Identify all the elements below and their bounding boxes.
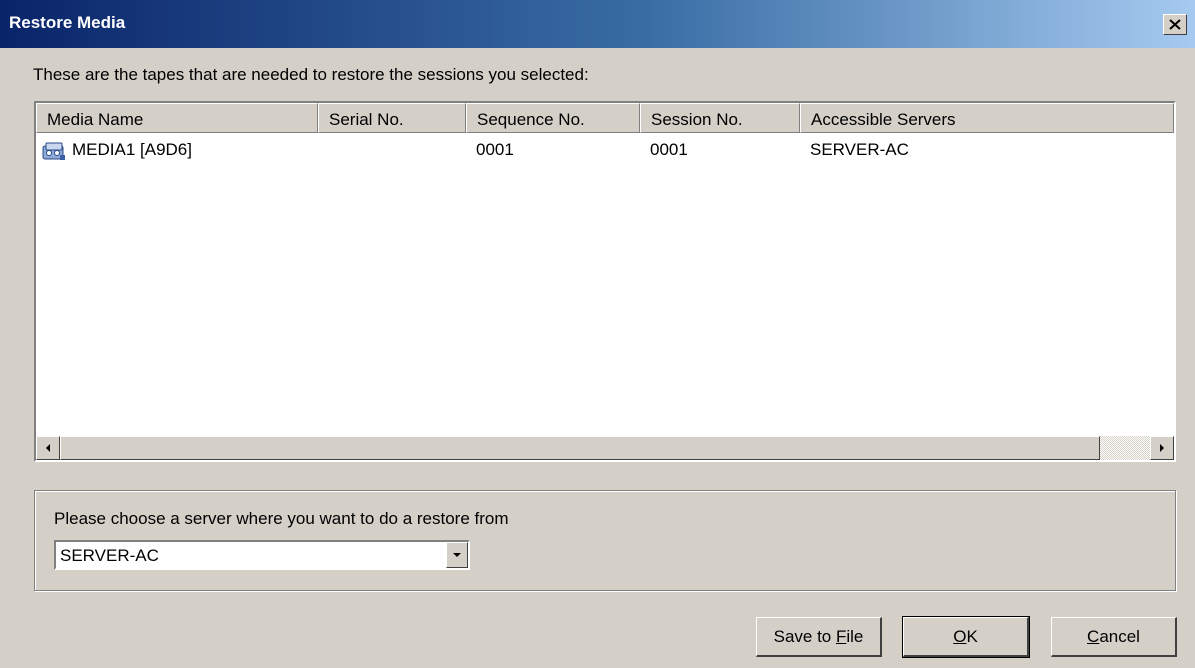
- scroll-thumb[interactable]: [60, 436, 1100, 460]
- list-header: Media Name Serial No. Sequence No. Sessi…: [36, 103, 1174, 133]
- save-label-prefix: Save to: [773, 626, 836, 646]
- ok-button[interactable]: OK: [902, 616, 1030, 658]
- horizontal-scrollbar[interactable]: [36, 436, 1174, 460]
- dropdown-button[interactable]: [446, 542, 468, 568]
- save-label-accel: F: [835, 626, 847, 646]
- arrow-left-icon: [46, 444, 50, 452]
- chevron-down-icon: [453, 553, 461, 557]
- instructions-label: These are the tapes that are needed to r…: [33, 65, 589, 84]
- server-choice-label: Please choose a server where you want to…: [54, 509, 509, 528]
- server-select-value: SERVER-AC: [60, 546, 159, 565]
- server-group: Please choose a server where you want to…: [34, 490, 1176, 591]
- table-row[interactable]: MEDIA1 [A9D6] 0001 0001 SERVER-AC: [36, 136, 1174, 164]
- cancel-label-suffix: ancel: [1099, 626, 1140, 646]
- window-title: Restore Media: [9, 13, 126, 32]
- close-icon: [1169, 19, 1181, 30]
- save-to-file-button[interactable]: Save to File: [756, 617, 882, 657]
- cell-serial-no: [318, 136, 466, 164]
- cell-session-no: 0001: [650, 140, 688, 159]
- ok-label-suffix: K: [966, 626, 978, 646]
- column-accessible-servers[interactable]: Accessible Servers: [800, 103, 1174, 133]
- media-name-text: MEDIA1 [A9D6]: [72, 140, 192, 159]
- scroll-right-button[interactable]: [1150, 436, 1174, 460]
- title-bar: Restore Media: [0, 0, 1195, 48]
- column-media-name[interactable]: Media Name: [36, 103, 318, 133]
- cancel-label-accel: C: [1087, 626, 1100, 646]
- tape-media-icon: [42, 142, 65, 160]
- cell-media-name: MEDIA1 [A9D6]: [36, 136, 318, 164]
- cancel-button[interactable]: Cancel: [1051, 617, 1177, 657]
- save-label-suffix: ile: [846, 626, 864, 646]
- cell-accessible-servers: SERVER-AC: [810, 140, 909, 159]
- server-select[interactable]: SERVER-AC: [54, 540, 470, 570]
- arrow-right-icon: [1160, 444, 1164, 452]
- column-session-no[interactable]: Session No.: [640, 103, 800, 133]
- column-sequence-no[interactable]: Sequence No.: [466, 103, 640, 133]
- scroll-left-button[interactable]: [36, 436, 60, 460]
- media-list[interactable]: Media Name Serial No. Sequence No. Sessi…: [34, 101, 1176, 462]
- ok-label-accel: O: [953, 626, 967, 646]
- close-button[interactable]: [1163, 14, 1187, 35]
- cell-sequence-no: 0001: [476, 140, 514, 159]
- column-serial-no[interactable]: Serial No.: [318, 103, 466, 133]
